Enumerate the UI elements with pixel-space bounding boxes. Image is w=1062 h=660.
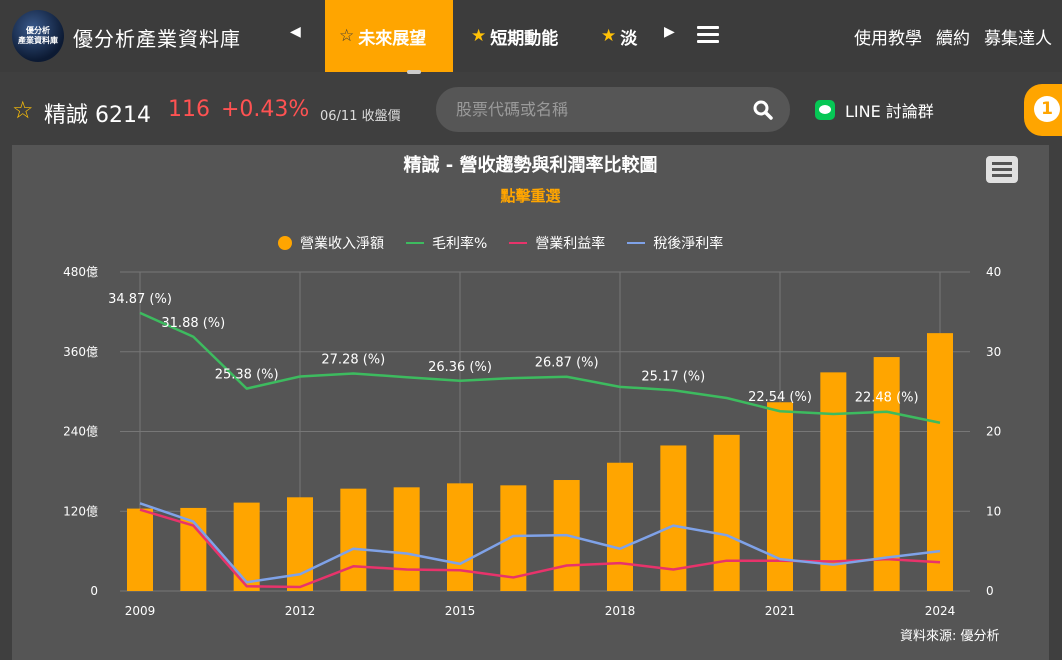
top-links: 使用教學 續約 募集達人 <box>854 24 1052 49</box>
legend-item-revenue[interactable]: 營業收入淨額 <box>278 233 384 253</box>
legend-item-net-margin[interactable]: 稅後淨利率 <box>627 233 723 253</box>
caret-left-icon[interactable]: ◀ <box>290 24 301 40</box>
top-navigation-bar: 優分析 產業資料庫 優分析產業資料庫 ◀ ☆ 未來展望 ★ 短期動能 ★ 淡 ▶… <box>0 0 1062 74</box>
revenue-bar <box>607 462 633 591</box>
legend-label: 稅後淨利率 <box>653 236 724 252</box>
tab-label: 未來展望 <box>358 28 427 49</box>
legend-line-icon <box>509 242 528 244</box>
legend-label: 營業收入淨額 <box>300 236 384 252</box>
y-axis-right-tick-label: 0 <box>986 584 994 598</box>
gross-margin-data-label: 27.28 (%) <box>321 352 385 367</box>
revenue-bar <box>340 488 367 591</box>
gross-margin-data-label: 26.87 (%) <box>535 356 599 371</box>
gross-margin-data-label: 22.54 (%) <box>748 390 812 405</box>
y-axis-left-tick-label: 360億 <box>63 345 98 359</box>
x-axis-tick-label: 2015 <box>445 604 476 618</box>
star-icon: ★ <box>601 26 617 46</box>
y-axis-right-tick-label: 20 <box>986 425 1001 439</box>
y-axis-left-tick-label: 480億 <box>63 265 98 279</box>
stock-date: 06/11 收盤價 <box>320 109 401 124</box>
gross-margin-data-label: 31.88 (%) <box>161 316 225 331</box>
logo-text-line1: 優分析 <box>26 26 50 35</box>
x-axis-tick-label: 2018 <box>605 604 636 618</box>
y-axis-right-tick-label: 10 <box>986 504 1001 518</box>
line-app-icon <box>815 100 835 120</box>
stock-search-input[interactable] <box>436 87 790 132</box>
tab-third[interactable]: ★ 淡 <box>587 0 637 72</box>
recruit-link[interactable]: 募集達人 <box>984 24 1052 49</box>
x-axis-tick-label: 2021 <box>765 604 796 618</box>
revenue-bar <box>767 402 793 591</box>
gross-margin-data-label: 26.36 (%) <box>428 360 492 375</box>
star-icon: ☆ <box>339 26 355 46</box>
chart-legend: 營業收入淨額 毛利率% 營業利益率 稅後淨利率 <box>278 233 723 253</box>
line-group-label: LINE 討論群 <box>845 102 934 121</box>
legend-label: 毛利率% <box>432 236 488 252</box>
revenue-bar <box>287 497 313 591</box>
tab-future-outlook[interactable]: ☆ 未來展望 <box>325 0 453 72</box>
revenue-bar <box>447 483 473 591</box>
tab-short-term-momentum[interactable]: ★ 短期動能 <box>457 0 558 72</box>
legend-label: 營業利益率 <box>535 236 606 252</box>
operating-margin-line <box>139 508 941 589</box>
tutorial-link[interactable]: 使用教學 <box>854 24 922 49</box>
revenue-margin-chart: 0 0 120億 10 240億 20 360億 30 480億 40 2009 2012 2015 20… <box>12 145 1049 660</box>
chart-title: 精誠 - 營收趨勢與利潤率比較圖 <box>403 155 658 176</box>
x-axis-tick-label: 2012 <box>285 604 316 618</box>
legend-item-gross-margin[interactable]: 毛利率% <box>406 233 487 253</box>
chart-canvas: 0 0 120億 10 240億 20 360億 30 480億 40 2009 2012 2015 20… <box>63 265 1001 618</box>
legend-line-icon <box>406 242 424 244</box>
y-axis-left-tick-label: 240億 <box>63 425 98 439</box>
x-axis-tick-label: 2024 <box>925 604 956 618</box>
revenue-bar <box>713 434 740 591</box>
stock-change: +0.43% <box>221 97 310 122</box>
logo[interactable]: 優分析 產業資料庫 <box>12 10 64 62</box>
caret-right-icon[interactable]: ▶ <box>664 24 675 40</box>
chart-menu-icon[interactable] <box>986 156 1018 183</box>
gross-margin-data-label: 22.48 (%) <box>855 391 919 406</box>
tab-strip: ☆ 未來展望 ★ 短期動能 ★ 淡 <box>325 0 655 72</box>
tab-scroll-indicator <box>407 70 421 74</box>
legend-item-operating-margin[interactable]: 營業利益率 <box>509 233 605 253</box>
x-axis-tick-label: 2009 <box>125 604 156 618</box>
gross-margin-data-label: 25.17 (%) <box>641 369 705 384</box>
stock-name-code: 精誠 6214 <box>44 103 151 128</box>
y-axis-left-tick-label: 0 <box>90 584 98 598</box>
revenue-bar <box>127 508 153 591</box>
gross-margin-data-label: 34.87 (%) <box>108 292 172 307</box>
search-icon[interactable] <box>752 99 774 121</box>
renew-link[interactable]: 續約 <box>936 24 970 49</box>
line-group-link[interactable]: LINE 討論群 <box>815 98 934 122</box>
y-axis-left-tick-label: 120億 <box>63 504 98 518</box>
legend-line-icon <box>627 242 646 244</box>
stock-info-bar: ☆ 精誠 6214 116 +0.43% 06/11 收盤價 LINE 討論群 … <box>0 82 1062 138</box>
y-axis-right-tick-label: 40 <box>986 265 1001 279</box>
favorite-star-icon[interactable]: ☆ <box>12 96 34 124</box>
revenue-bar <box>393 487 420 591</box>
stock-price: 116 <box>168 97 210 122</box>
revenue-bar <box>820 372 847 591</box>
notification-count-badge: 1 <box>1034 96 1060 122</box>
gross-margin-data-label: 25.38 (%) <box>215 368 279 383</box>
star-icon: ★ <box>471 26 487 46</box>
y-axis-right-tick-label: 30 <box>986 345 1001 359</box>
chart-reselect-link[interactable]: 點擊重選 <box>12 185 1049 206</box>
tab-label: 短期動能 <box>490 28 559 49</box>
logo-text-line2: 產業資料庫 <box>18 36 58 45</box>
data-source-note: 資料來源: 優分析 <box>900 629 1000 644</box>
hamburger-menu-icon[interactable] <box>697 26 719 44</box>
legend-circle-icon <box>278 236 292 250</box>
brand-name[interactable]: 優分析產業資料庫 <box>73 23 241 52</box>
tab-label: 淡 <box>620 28 638 49</box>
